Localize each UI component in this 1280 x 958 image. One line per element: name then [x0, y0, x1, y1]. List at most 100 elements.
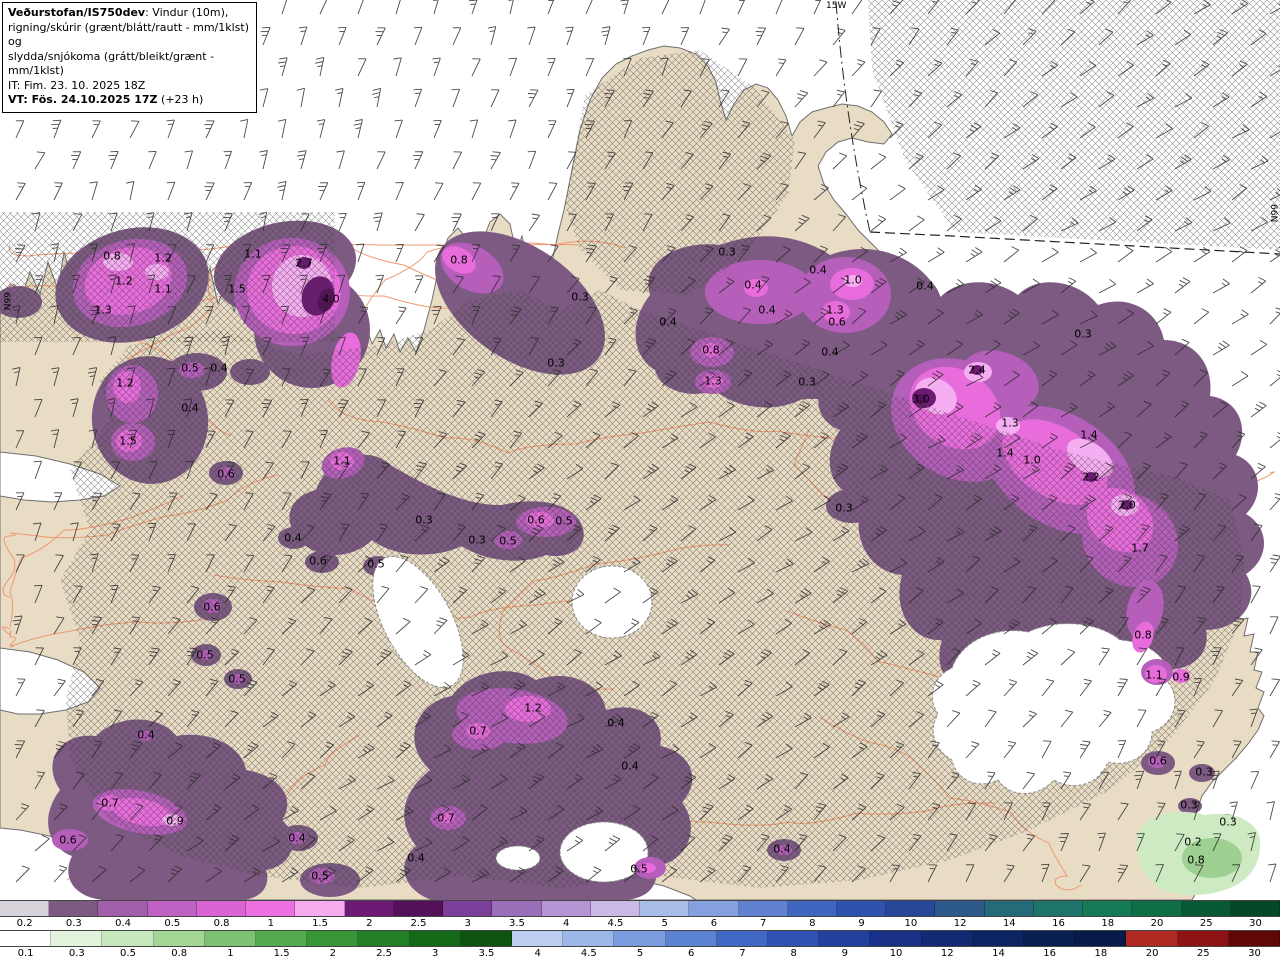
parallel-label-left: 66N — [1, 292, 11, 311]
colorbar-tick-label: 2 — [329, 948, 336, 958]
colorbar-tick-label: 3.5 — [478, 948, 495, 958]
legend-colorbars: 0.2 0.3 0.4 0.5 0.8 1 1.5 2 2.5 3 3.5 4 4.5 5 6 7 8 9 10 12… — [0, 900, 1280, 958]
colorbar-segment — [935, 901, 985, 916]
colorbar-tick-label: 4 — [563, 918, 570, 929]
colorbar-tick-label: 9 — [841, 948, 849, 958]
glacier-hofsjokull — [571, 565, 653, 639]
colorbar-tick-label: 1 — [227, 948, 234, 958]
colorbar-tick-label: 0.5 — [120, 948, 136, 958]
colorbar-segment — [443, 901, 493, 916]
colorbar-segment — [147, 901, 197, 916]
meridian-label-15w: 15W — [826, 1, 847, 11]
colorbar-segment — [256, 931, 308, 946]
valid-time: VT: Fös. 24.10.2025 17Z (+23 h) — [8, 93, 204, 107]
colorbar-tick-label: 4.5 — [580, 948, 597, 958]
colorbar-tick-label: 12 — [940, 948, 954, 958]
colorbar-2-cells — [0, 930, 1280, 947]
init-time: IT: Fim. 23. 10. 2025 18Z — [8, 78, 146, 92]
colorbar-tick-label: 0.4 — [115, 918, 132, 929]
colorbar-tick-label: 8 — [790, 948, 797, 958]
colorbar-segment — [358, 931, 410, 946]
colorbar-segment — [886, 901, 936, 916]
colorbar-tick-label: 1.5 — [273, 948, 290, 958]
colorbar-segment — [295, 901, 345, 916]
colorbar-segment — [1126, 931, 1178, 946]
colorbar-segment — [768, 931, 820, 946]
colorbar-tick-label: 20 — [1145, 948, 1159, 958]
colorbar-tick-label: 0.3 — [65, 918, 82, 929]
colorbar-tick-label: 0.8 — [171, 948, 188, 958]
colorbar-tick-label: 6 — [688, 948, 695, 958]
colorbar-segment — [640, 901, 690, 916]
colorbar-tick-label: 0.3 — [68, 948, 85, 958]
colorbar-segment — [716, 931, 769, 946]
colorbar-segment — [819, 931, 871, 946]
colorbar-segment — [0, 901, 50, 916]
colorbar-tick-label: 7 — [739, 948, 746, 958]
colorbar-segment — [972, 931, 1025, 946]
colorbar-tick-label: 25 — [1196, 948, 1210, 958]
colorbar-tick-label: 1 — [267, 918, 274, 929]
colorbar-tick-label: 4.5 — [607, 918, 624, 929]
colorbar-tick-label: 0.2 — [16, 918, 33, 929]
colorbar-tick-label: 14 — [992, 948, 1005, 958]
colorbar-tick-label: 3 — [432, 948, 439, 958]
colorbar-tick-label: 6 — [710, 918, 718, 929]
colorbar-tick-label: 10 — [904, 918, 918, 929]
colorbar-tick-label: 0.8 — [213, 918, 230, 929]
colorbar-tick-label: 8 — [809, 918, 816, 929]
colorbar-tick-label: 10 — [889, 948, 903, 958]
colorbar-segment — [1033, 901, 1084, 916]
colorbar-segment — [49, 901, 99, 916]
parallel-label-right: 66N — [1268, 204, 1278, 223]
colorbar-tick-label: 30 — [1248, 948, 1261, 958]
colorbar-2-labels: 0.1 0.3 0.5 0.8 1 1.5 2 2.5 3 3.5 4 4.5 5 6 7 8 9 10 12 14 1… — [0, 947, 1280, 958]
colorbar-segment — [393, 901, 444, 916]
colorbar-segment — [1177, 931, 1229, 946]
colorbar-segment — [870, 931, 922, 946]
colorbar-segment — [204, 931, 257, 946]
colorbar-tick-label: 16 — [1043, 948, 1057, 958]
title-line-2: rigning/skúrir (grænt/blátt/rautt - mm/1… — [8, 20, 250, 49]
colorbar-tick-label: 12 — [953, 918, 967, 929]
colorbar-tick-label: 14 — [1002, 918, 1016, 929]
colorbar-segment — [984, 901, 1034, 916]
colorbar-segment — [665, 931, 717, 946]
colorbar-segment — [738, 901, 788, 916]
colorbar-segment — [1228, 931, 1280, 946]
colorbar-segment — [787, 901, 837, 916]
colorbar-segment — [921, 931, 973, 946]
colorbar-segment — [98, 901, 148, 916]
colorbar-1-cells — [0, 900, 1280, 917]
colorbar-segment — [153, 931, 205, 946]
colorbar-tick-label: 3.5 — [509, 918, 525, 929]
colorbar-tick-label: 30 — [1249, 918, 1262, 929]
colorbar-segment — [1083, 901, 1133, 916]
colorbar-segment — [307, 931, 359, 946]
title-line-1: Veðurstofan/IS750dev: Vindur (10m), — [8, 6, 229, 19]
weather-map: 0.8 1.2 1.2 1.1 1.3 1.1 2.7 1.5 4.0 0.8 0.3 0.3 0.3 0… — [0, 0, 1280, 900]
colorbar-tick-label: 7 — [759, 918, 767, 929]
colorbar-segment — [614, 931, 666, 946]
colorbar-tick-label: 2.5 — [376, 948, 392, 958]
colorbar-tick-label: 2.5 — [410, 918, 427, 929]
colorbar-tick-label: 16 — [1052, 918, 1065, 929]
colorbar-tick-label: 4 — [534, 948, 541, 958]
title-box: Veðurstofan/IS750dev: Vindur (10m), rign… — [2, 2, 257, 113]
colorbar-segment — [492, 901, 542, 916]
colorbar-segment — [836, 901, 887, 916]
colorbar-tick-label: 1.5 — [312, 918, 328, 929]
colorbar-segment — [541, 901, 591, 916]
colorbar-segment — [460, 931, 513, 946]
colorbar-segment — [590, 901, 641, 916]
colorbar-tick-label: 25 — [1199, 918, 1213, 929]
colorbar-tick-label: 0.5 — [164, 918, 181, 929]
colorbar-segment — [409, 931, 461, 946]
colorbar-tick-label: 9 — [858, 918, 865, 929]
colorbar-segment — [1181, 901, 1231, 916]
colorbar-tick-label: 3 — [464, 918, 471, 929]
colorbar-segment — [1024, 931, 1076, 946]
colorbar-segment — [51, 931, 103, 946]
colorbar-tick-label: 18 — [1101, 918, 1115, 929]
colorbar-tick-label: 20 — [1150, 918, 1164, 929]
